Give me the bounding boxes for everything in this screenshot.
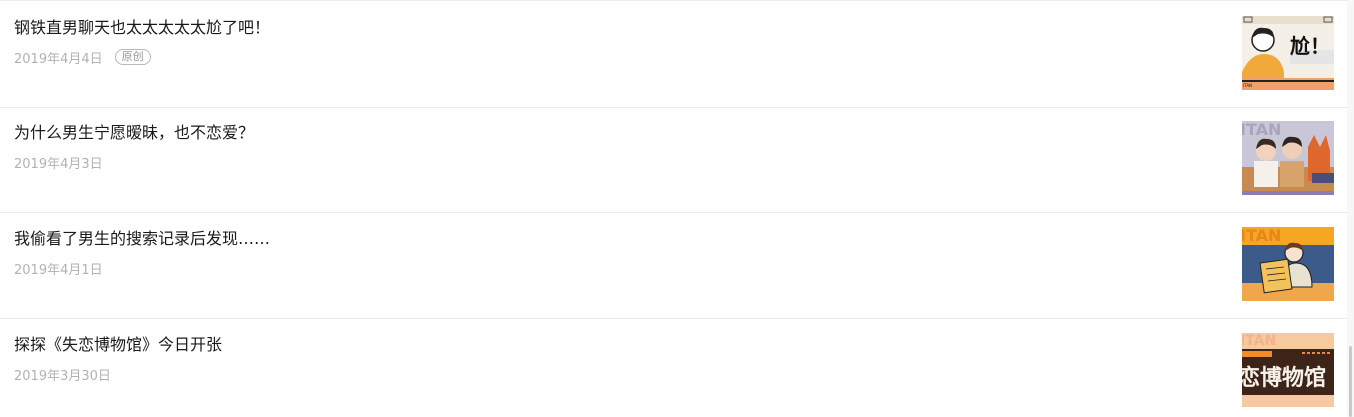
article-list: 钢铁直男聊天也太太太太太尬了吧！ 2019年4月4日 原创 尬！ ITAN 为什… — [0, 0, 1354, 417]
article-date: 2019年3月30日 — [14, 368, 111, 384]
article-meta: 2019年4月1日 — [14, 258, 103, 278]
article-thumbnail[interactable]: ITAN — [1242, 227, 1334, 301]
article-title[interactable]: 为什么男生宁愿暧昧，也不恋爱？ — [14, 122, 254, 144]
article-title[interactable]: 我偷看了男生的搜索记录后发现…… — [14, 228, 270, 250]
article-thumbnail[interactable]: 尬！ ITAN — [1242, 16, 1334, 90]
thumbnail-text: 尬！ — [1290, 34, 1330, 58]
article-thumbnail[interactable]: ITAN — [1242, 121, 1334, 195]
thumbnail-photo: ITAN — [1242, 121, 1334, 195]
article-title[interactable]: 钢铁直男聊天也太太太太太尬了吧！ — [14, 17, 270, 39]
list-item[interactable]: 探探《失恋博物馆》今日开张 2019年3月30日 ITAN 恋博物馆 — [0, 318, 1350, 417]
thumbnail-caption: ITAN — [1242, 333, 1276, 349]
article-date: 2019年4月4日 — [14, 51, 103, 67]
article-date: 2019年4月3日 — [14, 156, 103, 172]
thumbnail-text: 恋博物馆 — [1242, 365, 1326, 391]
thumbnail-text: ITAN — [1242, 227, 1281, 245]
thumbnail-text: ITAN — [1242, 121, 1281, 139]
list-item[interactable]: 我偷看了男生的搜索记录后发现…… 2019年4月1日 ITAN — [0, 212, 1350, 319]
thumbnail-caption: ITAN — [1243, 83, 1252, 88]
scrollbar-thumb[interactable] — [1349, 346, 1352, 417]
thumbnail-illustration: ITAN — [1242, 227, 1334, 301]
article-meta: 2019年4月3日 — [14, 152, 103, 172]
article-date: 2019年4月1日 — [14, 262, 103, 278]
article-meta: 2019年4月4日 原创 — [14, 47, 151, 67]
original-badge: 原创 — [114, 49, 151, 65]
article-meta: 2019年3月30日 — [14, 364, 111, 384]
list-item[interactable]: 钢铁直男聊天也太太太太太尬了吧！ 2019年4月4日 原创 尬！ ITAN — [0, 0, 1350, 108]
thumbnail-illustration: 尬！ ITAN — [1242, 16, 1334, 90]
thumbnail-illustration: ITAN 恋博物馆 — [1242, 333, 1334, 407]
list-item[interactable]: 为什么男生宁愿暧昧，也不恋爱？ 2019年4月3日 ITAN — [0, 106, 1350, 213]
article-thumbnail[interactable]: ITAN 恋博物馆 — [1242, 333, 1334, 407]
article-title[interactable]: 探探《失恋博物馆》今日开张 — [14, 334, 222, 356]
